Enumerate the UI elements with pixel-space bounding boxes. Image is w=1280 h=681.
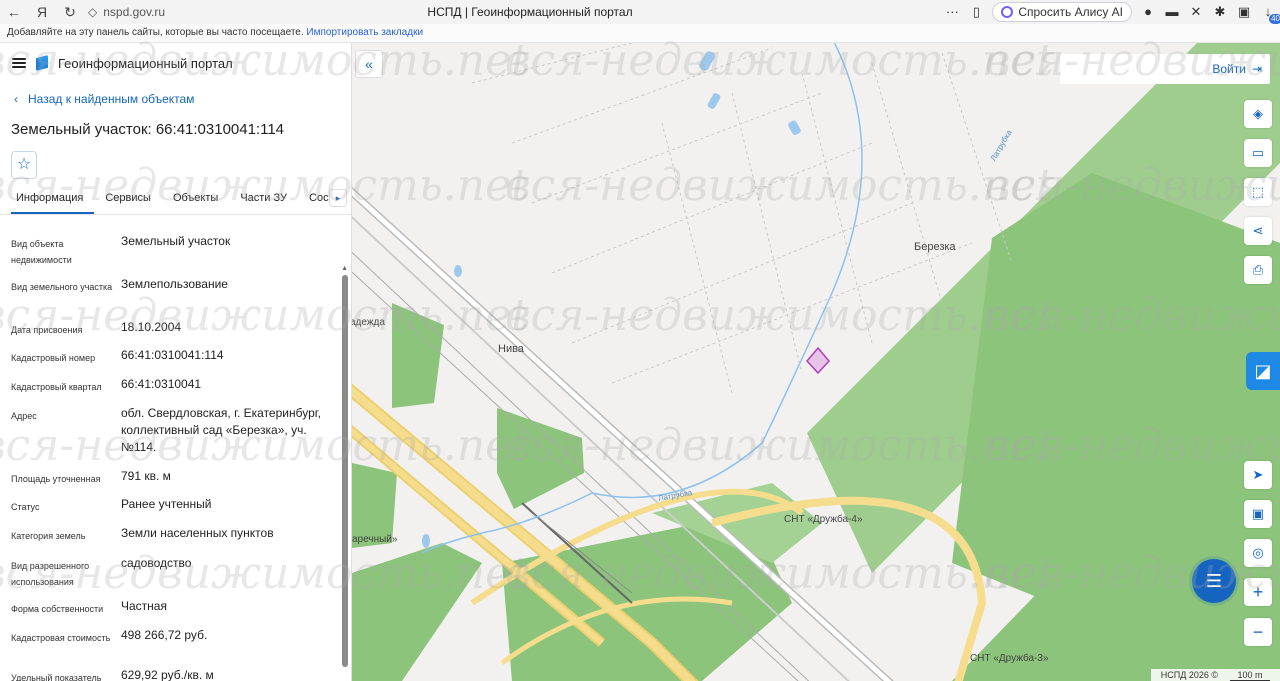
tabs: Информация Сервисы Объекты Части ЗУ Сост… bbox=[0, 185, 351, 215]
list-item: Площадь уточненная 791 кв. м bbox=[11, 469, 171, 484]
bookmarks-bar: Добавляйте на эту панель сайты, которые … bbox=[0, 24, 1280, 43]
list-item: Статус Ранее учтенный bbox=[11, 497, 212, 512]
map-canvas bbox=[352, 43, 1280, 681]
panel-header: Геоинформационный портал bbox=[0, 43, 351, 83]
layers-button[interactable]: ◈ bbox=[1244, 100, 1272, 128]
property-list: Вид объекта недвижимости Земельный участ… bbox=[0, 233, 340, 681]
map-attribution: НСПД 2026 © 100 m bbox=[1150, 669, 1280, 681]
tab-parts[interactable]: Части ЗУ bbox=[229, 185, 298, 214]
print-button[interactable]: ⎙ bbox=[1244, 256, 1272, 284]
ruler-icon: ▭ bbox=[1251, 145, 1265, 160]
plus-icon: + bbox=[1252, 582, 1264, 602]
list-item: Кадастровый номер 66:41:0310041:114 bbox=[11, 348, 224, 363]
list-item: Дата присвоения 18.10.2004 bbox=[11, 320, 182, 335]
navigation-icon: ➤ bbox=[1252, 467, 1264, 482]
scale-bar: 100 m bbox=[1230, 669, 1270, 681]
map[interactable]: Березка Нива адежда СНТ «Дружба-4» СНТ «… bbox=[352, 43, 1280, 681]
bookmark-icon[interactable]: ▯ bbox=[968, 4, 984, 20]
tab-services[interactable]: Сервисы bbox=[94, 185, 162, 214]
alice-button[interactable]: Спросить Алису AI bbox=[992, 2, 1132, 22]
login-button[interactable]: Войти ⇥ bbox=[1060, 54, 1270, 84]
import-bookmarks-link[interactable]: Импортировать закладки bbox=[306, 27, 423, 38]
zoom-out-button[interactable]: − bbox=[1244, 618, 1272, 646]
chat-button[interactable]: ☰ bbox=[1192, 559, 1236, 603]
logo-icon bbox=[36, 55, 48, 71]
login-icon: ⇥ bbox=[1251, 62, 1262, 76]
map-label: СНТ «Дружба-4» bbox=[784, 514, 863, 525]
favorite-button[interactable]: ☆ bbox=[11, 151, 37, 179]
share-icon: ⋖ bbox=[1252, 223, 1264, 238]
location-pin-icon: ◎ bbox=[1252, 545, 1264, 560]
printer-icon: ⎙ bbox=[1252, 262, 1264, 277]
chat-icon: ☰ bbox=[1205, 571, 1223, 591]
star-icon: ☆ bbox=[16, 156, 32, 173]
tab-objects[interactable]: Объекты bbox=[162, 185, 229, 214]
browser-toolbar: ← Я ↻ ◇ nspd.gov.ru НСПД | Геоинформацио… bbox=[0, 0, 1280, 24]
list-item: Адрес обл. Свердловская, г. Екатеринбург… bbox=[11, 406, 322, 454]
browser-actions: ··· ▯ Спросить Алису AI ● ▬ ✕ ✱ ▣ ↓ 40 bbox=[944, 0, 1280, 24]
list-item: Категория земель Земли населенных пункто… bbox=[11, 526, 274, 541]
sidebar-icon[interactable]: ▣ bbox=[1236, 4, 1252, 20]
selected-parcel[interactable] bbox=[806, 346, 830, 375]
list-item: Вид объекта недвижимости Земельный участ… bbox=[11, 234, 231, 265]
minimap-icon: ▣ bbox=[1251, 506, 1265, 521]
measure-button[interactable]: ▭ bbox=[1244, 139, 1272, 167]
puzzle-icon[interactable]: ✱ bbox=[1212, 4, 1228, 20]
alice-icon bbox=[1001, 6, 1014, 18]
geolocation-button[interactable]: ◎ bbox=[1244, 539, 1272, 567]
list-item: Форма собственности Частная bbox=[11, 599, 167, 614]
extension-icon[interactable]: ● bbox=[1140, 4, 1156, 20]
double-chevron-left-icon: « bbox=[365, 56, 373, 72]
map-label: СНТ «Дружба-3» bbox=[970, 653, 1049, 664]
select-area-button[interactable]: ⬚ bbox=[1244, 178, 1272, 206]
tabs-scroll-right-button[interactable]: ▸ bbox=[329, 189, 347, 207]
minimap-button[interactable]: ▣ bbox=[1244, 500, 1272, 528]
portal-name: Геоинформационный портал bbox=[58, 55, 233, 71]
map-label: Нива bbox=[498, 343, 524, 355]
layers-icon: ◈ bbox=[1253, 106, 1263, 121]
map-label: адежда bbox=[352, 317, 385, 328]
list-item: Вид земельного участка Землепользование bbox=[11, 277, 228, 292]
extension-icon[interactable]: ▬ bbox=[1164, 4, 1180, 20]
tab-title: НСПД | Геоинформационный портал bbox=[427, 5, 633, 19]
minus-icon: − bbox=[1252, 622, 1264, 642]
page-title: Земельный участок: 66:41:0310041:114 bbox=[11, 121, 285, 138]
zoom-in-button[interactable]: + bbox=[1244, 578, 1272, 606]
list-item: Кадастровый квартал 66:41:0310041 bbox=[11, 377, 202, 392]
select-area-icon: ⬚ bbox=[1251, 184, 1265, 199]
menu-icon[interactable] bbox=[12, 58, 26, 68]
info-panel: Геоинформационный портал ‹ Назад к найде… bbox=[0, 43, 352, 681]
list-item: Удельный показатель 629,92 руб./кв. м bbox=[11, 668, 214, 681]
map-icon: ◪ bbox=[1254, 361, 1272, 381]
map-label: Березка bbox=[914, 241, 956, 253]
list-item: Кадастровая стоимость 498 266,72 руб. bbox=[11, 628, 208, 643]
map-label: аречный» bbox=[352, 534, 398, 545]
locate-button[interactable]: ➤ bbox=[1244, 461, 1272, 489]
chevron-left-icon: ‹ bbox=[14, 92, 18, 106]
list-item: Вид разрешенного использования садоводст… bbox=[11, 556, 192, 587]
back-link[interactable]: ‹ Назад к найденным объектам bbox=[0, 83, 351, 115]
tab-info[interactable]: Информация bbox=[11, 185, 95, 214]
extension-icon[interactable]: ✕ bbox=[1188, 4, 1204, 20]
download-icon[interactable]: ↓ 40 bbox=[1260, 4, 1280, 24]
collapse-panel-button[interactable]: « bbox=[355, 50, 383, 78]
scroll-up-arrow[interactable]: ▲ bbox=[341, 265, 348, 272]
scrollbar[interactable] bbox=[342, 275, 348, 667]
share-button[interactable]: ⋖ bbox=[1244, 217, 1272, 245]
more-icon[interactable]: ··· bbox=[944, 4, 960, 20]
side-panel-tab[interactable]: ◪ bbox=[1246, 352, 1280, 390]
